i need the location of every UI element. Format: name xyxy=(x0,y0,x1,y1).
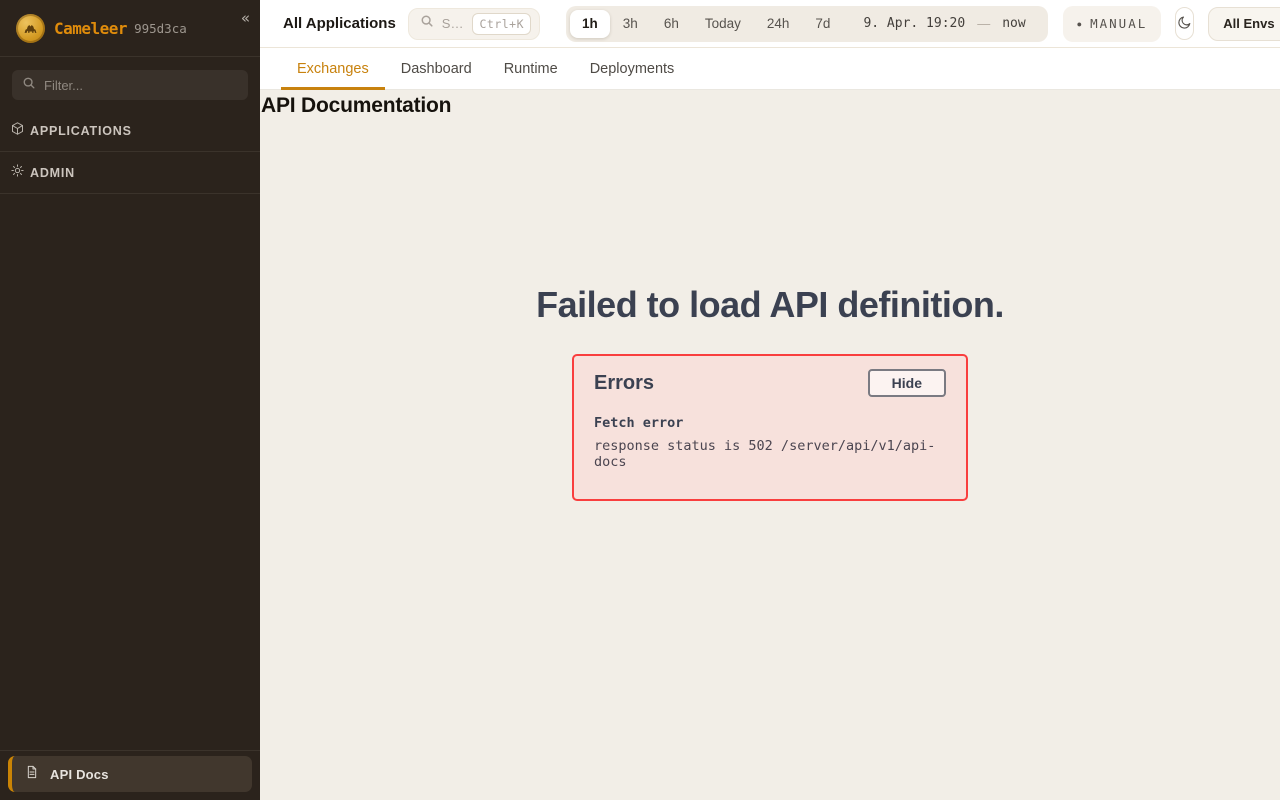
environment-select-value: All Envs xyxy=(1223,16,1274,31)
filter-input[interactable] xyxy=(44,78,238,93)
time-range-display[interactable]: 9. Apr. 19:20 — now xyxy=(843,16,1043,31)
time-separator: — xyxy=(977,16,990,31)
hide-errors-button[interactable]: Hide xyxy=(868,369,946,397)
time-range-7d[interactable]: 7d xyxy=(802,10,843,38)
sidebar-filter xyxy=(12,70,248,100)
sidebar-item-label: API Docs xyxy=(50,767,109,782)
sidebar-footer: API Docs xyxy=(0,750,260,800)
time-range-6h[interactable]: 6h xyxy=(651,10,692,38)
error-entry: Fetch error response status is 502 /serv… xyxy=(594,415,946,470)
page-title: API Documentation xyxy=(261,94,1280,117)
sidebar-section-admin[interactable]: ADMIN xyxy=(0,152,260,194)
sidebar-spacer xyxy=(0,194,260,750)
tab-bar: Exchanges Dashboard Runtime Deployments xyxy=(260,48,1280,90)
refresh-mode-button[interactable]: ● MANUAL xyxy=(1063,6,1162,42)
cube-icon xyxy=(10,121,25,141)
sidebar-item-api-docs[interactable]: API Docs xyxy=(8,756,252,792)
tab-dashboard[interactable]: Dashboard xyxy=(385,48,488,89)
tab-runtime[interactable]: Runtime xyxy=(488,48,574,89)
environment-select[interactable]: All Envs xyxy=(1208,7,1280,41)
collapse-sidebar-button[interactable]: « xyxy=(241,11,250,26)
time-from: 9. Apr. 19:20 xyxy=(863,16,965,31)
errors-panel-header: Errors Hide xyxy=(594,369,946,397)
logo-wordmark: Cameleer xyxy=(54,19,127,38)
sidebar-header: Cameleer 995d3ca « xyxy=(0,0,260,57)
time-range-3h[interactable]: 3h xyxy=(610,10,651,38)
camel-logo-icon xyxy=(16,14,45,43)
refresh-mode-label: MANUAL xyxy=(1090,16,1147,31)
document-icon xyxy=(24,764,40,785)
moon-icon xyxy=(1176,14,1193,34)
sidebar: Cameleer 995d3ca « APPLICATIONS ADMIN xyxy=(0,0,260,800)
content-area: API Documentation Failed to load API def… xyxy=(260,90,1280,800)
refresh-bullet-icon: ● xyxy=(1077,19,1082,29)
sidebar-section-label: ADMIN xyxy=(30,166,75,180)
time-range-today[interactable]: Today xyxy=(692,10,754,38)
sidebar-section-applications[interactable]: APPLICATIONS xyxy=(0,110,260,152)
dark-mode-toggle[interactable] xyxy=(1175,7,1194,40)
tab-deployments[interactable]: Deployments xyxy=(574,48,691,89)
error-entry-title: Fetch error xyxy=(594,415,946,431)
topbar: All Applications S… Ctrl+K 1h 3h 6h Toda… xyxy=(260,0,1280,48)
global-search-button[interactable]: S… Ctrl+K xyxy=(408,8,540,40)
context-title: All Applications xyxy=(283,15,396,32)
keyboard-shortcut-badge: Ctrl+K xyxy=(472,13,531,35)
tab-exchanges[interactable]: Exchanges xyxy=(281,48,385,89)
error-entry-message: response status is 502 /server/api/v1/ap… xyxy=(594,438,946,470)
search-icon xyxy=(22,76,36,95)
main-column: All Applications S… Ctrl+K 1h 3h 6h Toda… xyxy=(260,0,1280,800)
errors-panel: Errors Hide Fetch error response status … xyxy=(572,354,968,501)
sidebar-section-label: APPLICATIONS xyxy=(30,124,132,138)
time-range-24h[interactable]: 24h xyxy=(754,10,803,38)
time-range-picker: 1h 3h 6h Today 24h 7d 9. Apr. 19:20 — no… xyxy=(566,6,1048,42)
search-placeholder-text: S… xyxy=(442,16,464,31)
app-root: Cameleer 995d3ca « APPLICATIONS ADMIN xyxy=(0,0,1280,800)
logo-version: 995d3ca xyxy=(134,21,187,36)
time-range-1h[interactable]: 1h xyxy=(570,10,610,38)
gear-icon xyxy=(10,163,25,183)
time-to: now xyxy=(1002,16,1025,31)
error-heading: Failed to load API definition. xyxy=(260,284,1280,326)
errors-panel-title: Errors xyxy=(594,372,654,395)
search-icon xyxy=(420,14,434,33)
